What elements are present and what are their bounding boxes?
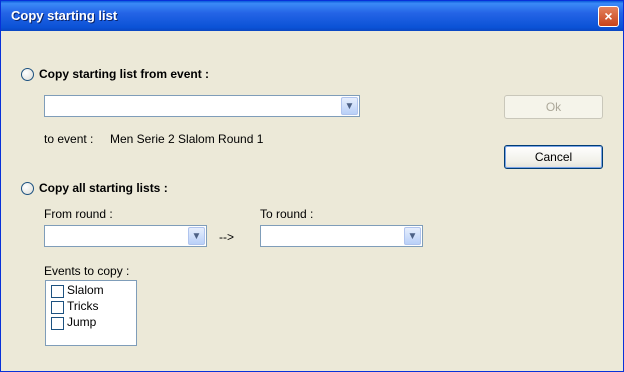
to-event-label: to event : bbox=[44, 132, 94, 146]
event-tricks-label[interactable]: Tricks bbox=[67, 299, 99, 313]
copy-from-event-radio[interactable] bbox=[21, 68, 34, 81]
title-bar[interactable]: Copy starting list × bbox=[1, 1, 623, 31]
close-icon: × bbox=[604, 8, 613, 24]
chevron-down-icon[interactable]: ▼ bbox=[188, 227, 205, 245]
cancel-button[interactable]: Cancel bbox=[504, 145, 603, 169]
round-arrow: --> bbox=[219, 230, 234, 244]
to-round-label: To round : bbox=[260, 207, 314, 221]
event-slalom-checkbox[interactable] bbox=[51, 285, 64, 298]
to-event-value: Men Serie 2 Slalom Round 1 bbox=[110, 132, 264, 146]
copy-all-label[interactable]: Copy all starting lists : bbox=[39, 181, 168, 195]
copy-all-radio[interactable] bbox=[21, 182, 34, 195]
to-round-combo[interactable]: ▼ bbox=[260, 225, 423, 247]
close-button[interactable]: × bbox=[598, 6, 619, 27]
chevron-down-icon[interactable]: ▼ bbox=[404, 227, 421, 245]
copy-from-event-label[interactable]: Copy starting list from event : bbox=[39, 67, 209, 81]
event-slalom-label[interactable]: Slalom bbox=[67, 283, 104, 297]
event-tricks-checkbox[interactable] bbox=[51, 301, 64, 314]
event-jump-checkbox[interactable] bbox=[51, 317, 64, 330]
copy-starting-list-dialog: Copy starting list × Copy starting list … bbox=[0, 0, 624, 372]
from-round-combo[interactable]: ▼ bbox=[44, 225, 207, 247]
from-round-label: From round : bbox=[44, 207, 113, 221]
source-event-combo[interactable]: ▼ bbox=[44, 95, 360, 117]
window-title: Copy starting list bbox=[11, 8, 118, 23]
event-jump-label[interactable]: Jump bbox=[67, 315, 96, 329]
ok-button[interactable]: Ok bbox=[504, 95, 603, 119]
events-checklist: Slalom Tricks Jump bbox=[45, 280, 137, 346]
events-to-copy-label: Events to copy : bbox=[44, 264, 130, 278]
chevron-down-icon[interactable]: ▼ bbox=[341, 97, 358, 115]
